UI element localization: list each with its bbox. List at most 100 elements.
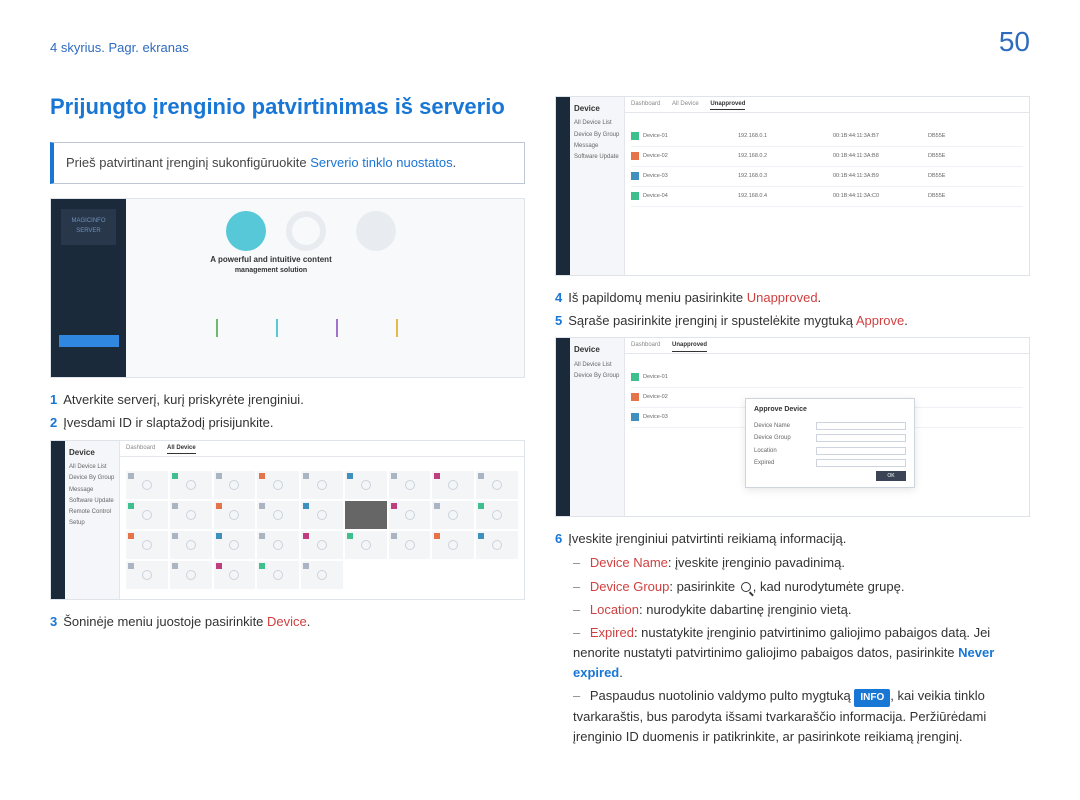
- cell-ip: 192.168.0.4: [738, 192, 833, 201]
- bullet-dash-icon: –: [573, 688, 580, 703]
- cell-ip: 192.168.0.3: [738, 172, 833, 181]
- status-icon: [631, 373, 639, 381]
- dashboard-donut-1: [226, 211, 266, 251]
- nav-item[interactable]: Device By Group: [574, 372, 620, 381]
- cell-model: DB55E: [928, 192, 1023, 201]
- table-row[interactable]: Device-03192.168.0.300:1B:44:11:3A:B9DB5…: [631, 167, 1023, 187]
- device-tile[interactable]: [345, 471, 387, 499]
- cell-name: Device-01: [643, 132, 738, 141]
- sub-item-expired: – Expired: nustatykite įrenginio patvirt…: [573, 623, 1030, 683]
- device-tile[interactable]: [301, 531, 343, 559]
- tab-all-device[interactable]: All Device: [672, 100, 699, 109]
- field-label: Device Name: [754, 422, 790, 431]
- device-tile[interactable]: [389, 501, 431, 529]
- expired-input[interactable]: [816, 459, 906, 467]
- sub-text: Paspaudus nuotolinio valdymo pulto mygtu…: [590, 688, 855, 703]
- info-badge: INFO: [854, 689, 890, 707]
- nav-item[interactable]: All Device List: [574, 361, 620, 370]
- device-tile[interactable]: [170, 561, 212, 589]
- device-tile[interactable]: [345, 531, 387, 559]
- tab-dashboard[interactable]: Dashboard: [631, 341, 660, 350]
- group-input[interactable]: [816, 434, 906, 442]
- device-tile[interactable]: [257, 501, 299, 529]
- nav-item[interactable]: Software Update: [574, 153, 620, 162]
- step-text-after: .: [307, 614, 311, 629]
- device-tile[interactable]: [170, 531, 212, 559]
- device-tile[interactable]: [170, 501, 212, 529]
- nav-item[interactable]: Setup: [69, 519, 115, 528]
- sub-text-after: , kad nurodytumėte grupę.: [753, 579, 905, 594]
- step-after: .: [818, 290, 822, 305]
- tab-dashboard[interactable]: Dashboard: [126, 444, 155, 453]
- unapproved-table: Device-01192.168.0.100:1B:44:11:3A:B7DB5…: [631, 127, 1023, 207]
- device-tile[interactable]: [126, 471, 168, 499]
- device-tile[interactable]: [214, 561, 256, 589]
- device-tile[interactable]: [432, 531, 474, 559]
- step-text: Sąraše pasirinkite įrenginį ir spustelėk…: [568, 313, 856, 328]
- note-link[interactable]: Serverio tinklo nuostatos: [310, 155, 452, 170]
- dashboard-donut-3: [356, 211, 396, 251]
- nav-item[interactable]: All Device List: [69, 463, 115, 472]
- device-tile[interactable]: [389, 531, 431, 559]
- bullet-dash-icon: –: [573, 625, 580, 640]
- device-tile-thumbnail[interactable]: [345, 501, 387, 529]
- tab-dashboard[interactable]: Dashboard: [631, 100, 660, 109]
- sub-text: : pasirinkite: [669, 579, 738, 594]
- nav-item[interactable]: Message: [574, 142, 620, 151]
- device-tile[interactable]: [214, 501, 256, 529]
- device-tile[interactable]: [257, 531, 299, 559]
- cell: Device-01: [643, 373, 1023, 382]
- device-main-area: Dashboard All Device: [120, 441, 524, 599]
- sub-text-after: .: [619, 665, 623, 680]
- nav-item[interactable]: Device By Group: [69, 474, 115, 483]
- tab-unapproved[interactable]: Unapproved: [710, 100, 745, 110]
- nav-item[interactable]: Remote Control: [69, 508, 115, 517]
- cell-mac: 00:1B:44:11:3A:B9: [833, 172, 928, 181]
- device-tile[interactable]: [301, 471, 343, 499]
- device-tile[interactable]: [389, 471, 431, 499]
- tab-unapproved[interactable]: Unapproved: [672, 341, 707, 351]
- step-2: 2Įvesdami ID ir slaptažodį prisijunkite.: [50, 413, 525, 433]
- table-row[interactable]: Device-04192.168.0.400:1B:44:11:3A:C0DB5…: [631, 187, 1023, 207]
- name-input[interactable]: [816, 422, 906, 430]
- table-row[interactable]: Device-02192.168.0.200:1B:44:11:3A:B8DB5…: [631, 147, 1023, 167]
- dialog-field-location: Location: [754, 447, 906, 456]
- device-tile[interactable]: [126, 531, 168, 559]
- unapproved-main: Dashboard All Device Unapproved Device-0…: [625, 97, 1029, 275]
- nav-item[interactable]: Device By Group: [574, 131, 620, 140]
- device-tile[interactable]: [476, 471, 518, 499]
- sub-item-location: – Location: nurodykite dabartinę įrengin…: [573, 600, 1030, 620]
- device-tile[interactable]: [126, 561, 168, 589]
- nav-item[interactable]: Message: [69, 486, 115, 495]
- dialog-ok-button[interactable]: OK: [876, 471, 906, 481]
- device-tile[interactable]: [476, 501, 518, 529]
- device-tile[interactable]: [432, 471, 474, 499]
- server-logo: MAGICINFO SERVER: [61, 209, 116, 245]
- device-tile[interactable]: [257, 561, 299, 589]
- step-5: 5Sąraše pasirinkite įrenginį ir spustelė…: [555, 311, 1030, 331]
- device-tile[interactable]: [214, 471, 256, 499]
- device-tile[interactable]: [170, 471, 212, 499]
- device-tile[interactable]: [257, 471, 299, 499]
- keyword-device: Device: [267, 614, 307, 629]
- device-tile[interactable]: [301, 561, 343, 589]
- bullet-dash-icon: –: [573, 579, 580, 594]
- nav-item[interactable]: All Device List: [574, 119, 620, 128]
- table-row[interactable]: Device-01192.168.0.100:1B:44:11:3A:B7DB5…: [631, 127, 1023, 147]
- device-tile[interactable]: [126, 501, 168, 529]
- nav-title: Device: [69, 447, 115, 459]
- approve-dialog: Approve Device Device Name Device Group …: [745, 398, 915, 488]
- device-tile[interactable]: [301, 501, 343, 529]
- field-label: Device Group: [754, 434, 791, 443]
- sub-item-device-group: – Device Group: pasirinkite , kad nurody…: [573, 577, 1030, 597]
- device-tile[interactable]: [214, 531, 256, 559]
- tab-all-device[interactable]: All Device: [167, 444, 196, 454]
- device-tile[interactable]: [476, 531, 518, 559]
- approve-main: Dashboard Unapproved Device-01 Device-02…: [625, 338, 1029, 516]
- step-text: Iš papildomų meniu pasirinkite: [568, 290, 746, 305]
- location-input[interactable]: [816, 447, 906, 455]
- login-button[interactable]: [59, 335, 119, 347]
- device-tile[interactable]: [432, 501, 474, 529]
- nav-item[interactable]: Software Update: [69, 497, 115, 506]
- status-icon: [631, 413, 639, 421]
